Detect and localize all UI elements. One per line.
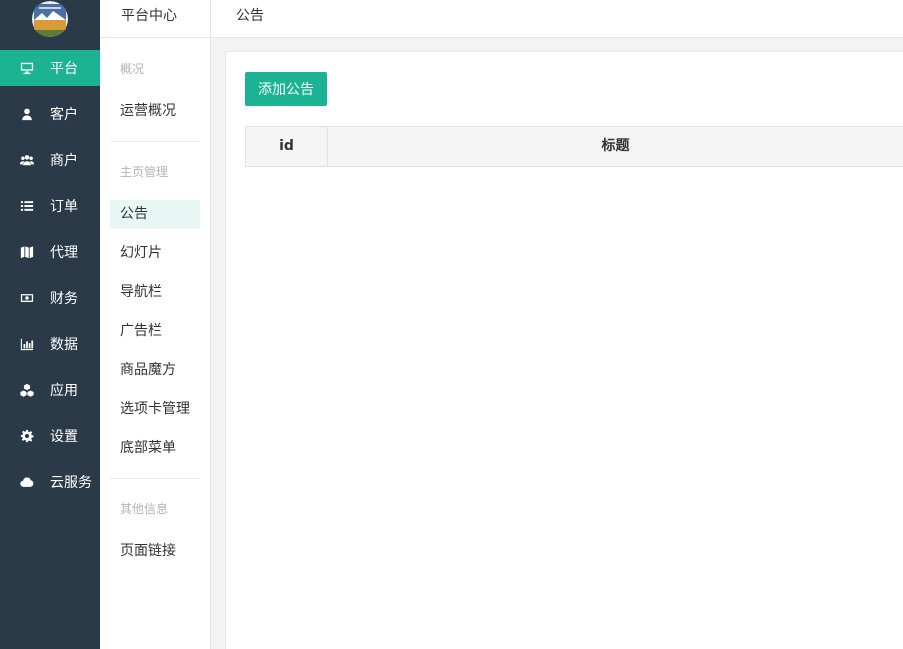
group-title-overview: 概况 (120, 62, 145, 76)
nav-item-finance[interactable]: 财务 (0, 280, 100, 316)
user-icon (19, 106, 35, 122)
nav-item-label: 客户 (50, 107, 78, 123)
sub-sidebar: 平台中心 概况 运营概况 主页管理 公告 幻灯片 导航栏 广告栏 商品魔方 选项… (100, 0, 211, 649)
main-sidebar: 平台 客户 商户 订单 代理 财务 数据 应用 设置 云服务 (0, 0, 100, 649)
nav-item-label: 平台 (50, 61, 78, 77)
users-icon (19, 152, 35, 168)
bar-chart-icon (19, 336, 35, 352)
nav-item-data[interactable]: 数据 (0, 326, 100, 362)
column-header-id[interactable]: id (246, 127, 328, 166)
group-title-home-management: 主页管理 (120, 165, 169, 179)
subnav-item-navbar[interactable]: 导航栏 (110, 278, 200, 307)
nav-item-agents[interactable]: 代理 (0, 234, 100, 270)
nav-item-label: 订单 (50, 199, 78, 215)
subnav-header: 平台中心 (100, 0, 211, 38)
nav-item-merchants[interactable]: 商户 (0, 142, 100, 178)
nav-item-customers[interactable]: 客户 (0, 96, 100, 132)
subnav-item-tab-management[interactable]: 选项卡管理 (110, 395, 200, 424)
subnav-item-footer-menu[interactable]: 底部菜单 (110, 434, 200, 463)
divider (110, 141, 200, 142)
money-icon (19, 290, 35, 306)
nav-item-platform[interactable]: 平台 (0, 50, 100, 86)
add-announcement-button[interactable]: 添加公告 (245, 72, 327, 106)
divider (110, 478, 200, 479)
map-icon (19, 244, 35, 260)
monitor-icon (19, 60, 35, 76)
announcement-table: id 标题 (245, 126, 903, 167)
subnav-item-adbar[interactable]: 广告栏 (110, 317, 200, 346)
subnav-item-slideshow[interactable]: 幻灯片 (110, 239, 200, 268)
breadcrumb: 公告 (236, 8, 264, 24)
nav-item-label: 商户 (50, 153, 78, 169)
nav-item-label: 数据 (50, 337, 78, 353)
column-header-title[interactable]: 标题 (328, 127, 903, 166)
nav-item-label: 财务 (50, 291, 78, 307)
nav-item-orders[interactable]: 订单 (0, 188, 100, 224)
logo[interactable] (31, 1, 69, 37)
group-title-other-info: 其他信息 (120, 502, 169, 516)
subnav-title: 平台中心 (121, 8, 177, 24)
top-bar: 公告 (211, 0, 903, 38)
nav-item-settings[interactable]: 设置 (0, 418, 100, 454)
nav-item-label: 代理 (50, 245, 78, 261)
subnav-item-product-cube[interactable]: 商品魔方 (110, 356, 200, 385)
list-icon (19, 198, 35, 214)
subnav-item-page-links[interactable]: 页面链接 (110, 537, 200, 566)
nav-item-label: 云服务 (50, 475, 92, 491)
cloud-icon (19, 474, 35, 490)
nav-item-apps[interactable]: 应用 (0, 372, 100, 408)
nav-item-label: 应用 (50, 383, 78, 399)
cubes-icon (19, 382, 35, 398)
subnav-item-operations-overview[interactable]: 运营概况 (110, 97, 200, 126)
nav-item-cloud[interactable]: 云服务 (0, 464, 100, 500)
nav-item-label: 设置 (50, 429, 78, 445)
subnav-item-announcement[interactable]: 公告 (110, 200, 200, 229)
gear-icon (19, 428, 35, 444)
